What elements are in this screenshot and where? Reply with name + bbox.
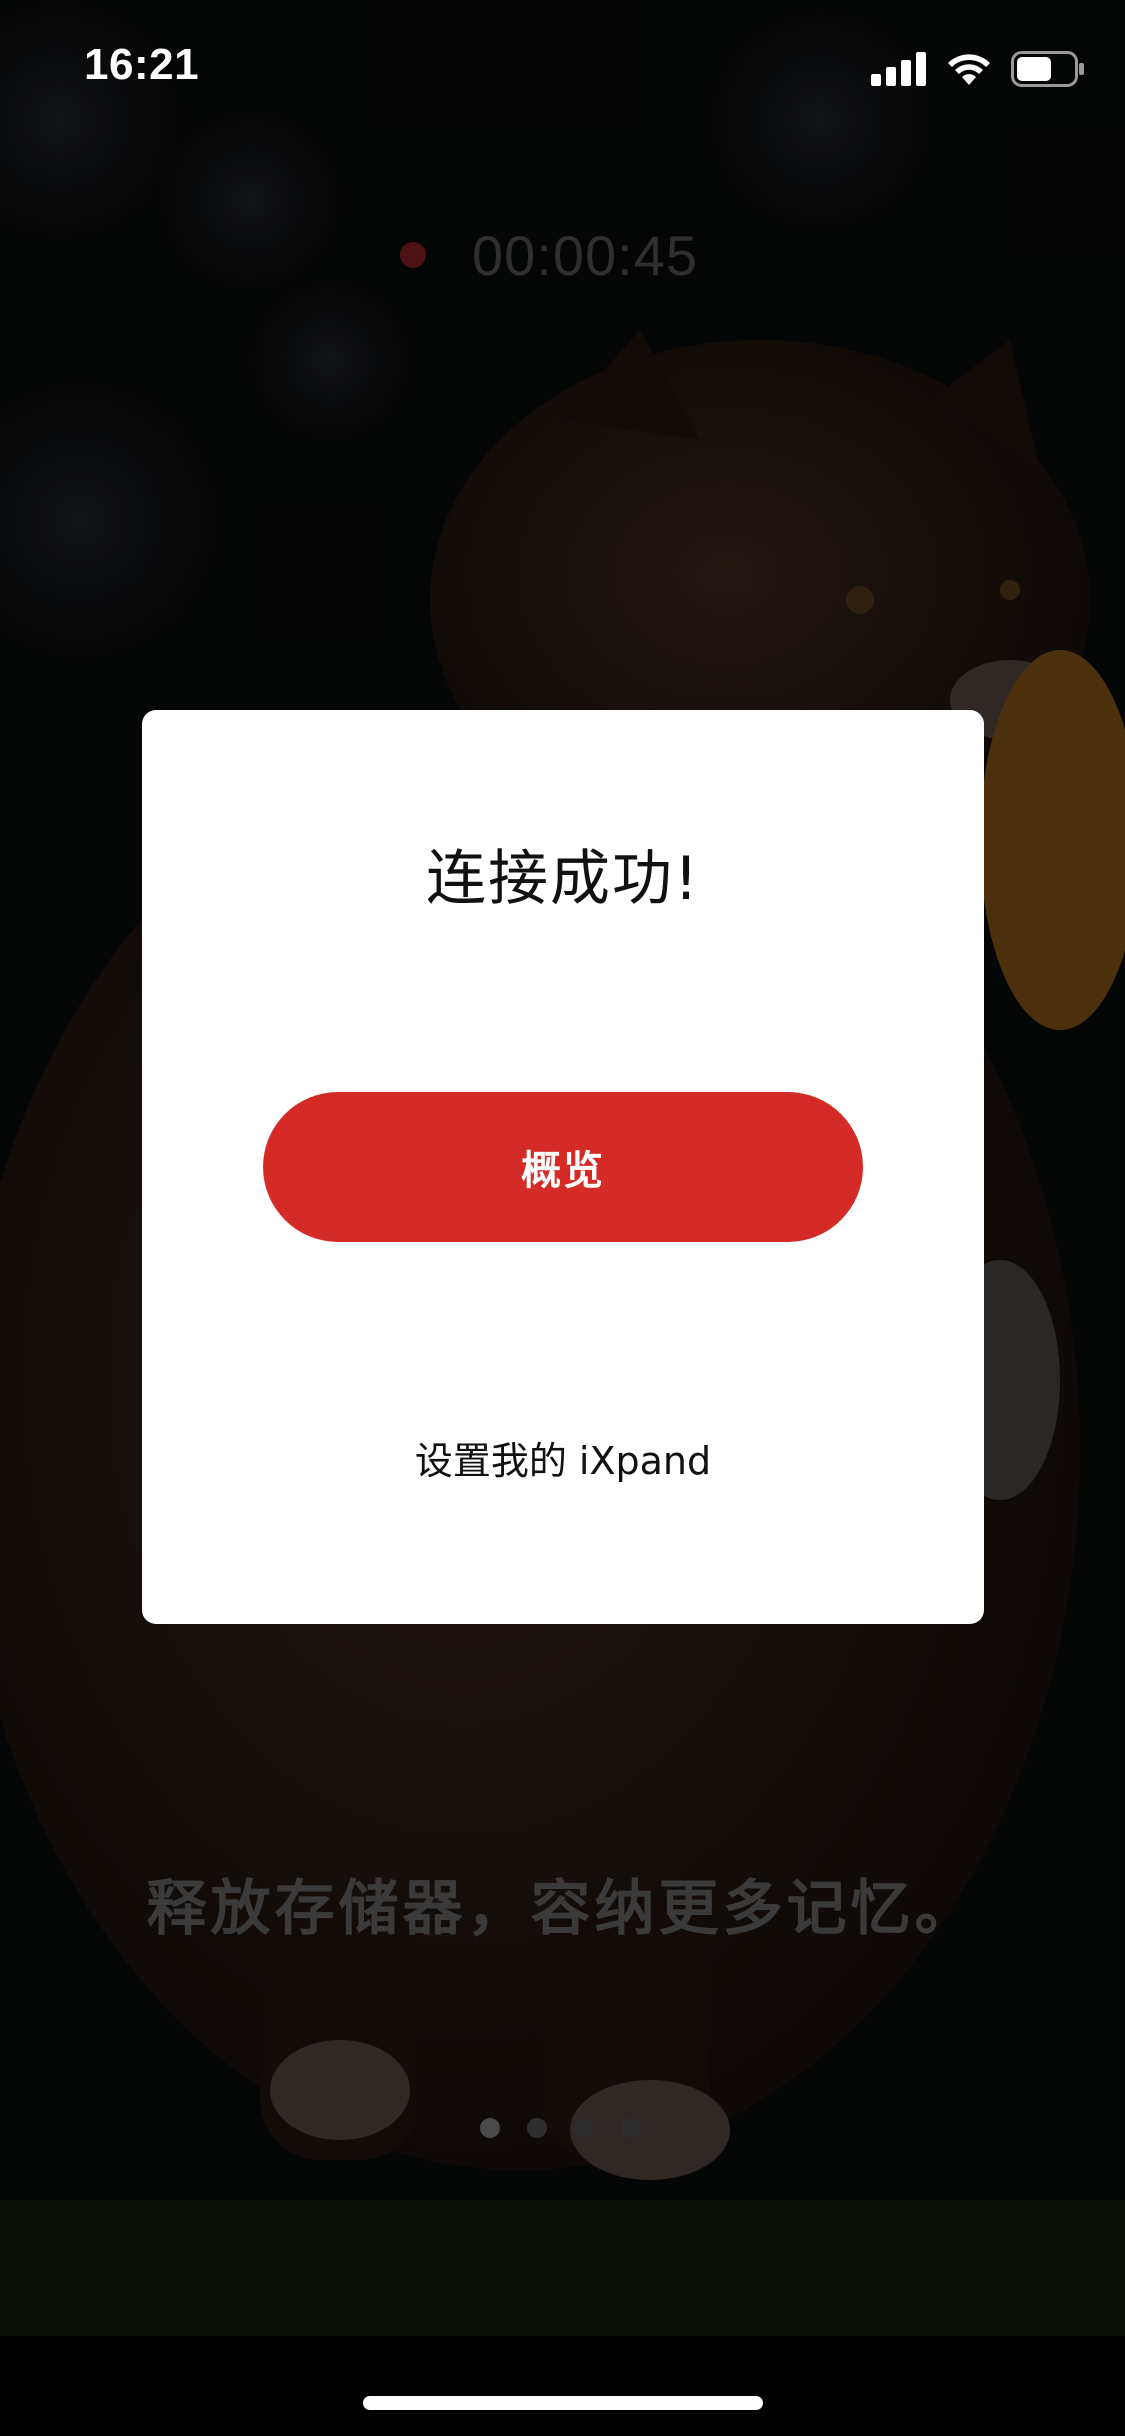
- setup-ixpand-link[interactable]: 设置我的 iXpand: [142, 1430, 984, 1485]
- battery-icon: [1011, 51, 1084, 87]
- cellular-signal-icon: [871, 52, 926, 86]
- page-dot: [621, 2118, 641, 2138]
- connection-success-dialog: 连接成功! 概览 设置我的 iXpand: [142, 710, 984, 1624]
- recording-dot-icon: [400, 242, 426, 268]
- status-bar: 16:21: [0, 0, 1125, 135]
- recording-time: 00:00:45: [472, 223, 698, 287]
- recording-timer: 00:00:45: [370, 215, 770, 295]
- status-icons: [871, 48, 1085, 90]
- home-indicator[interactable]: [363, 2396, 763, 2410]
- page-dot: [574, 2118, 594, 2138]
- wifi-icon: [948, 54, 990, 85]
- status-time: 16:21: [84, 40, 200, 89]
- page-indicator: [480, 2118, 660, 2138]
- overview-button[interactable]: 概览: [263, 1092, 863, 1242]
- bottom-bar: [0, 2336, 1125, 2436]
- dialog-title: 连接成功!: [425, 844, 701, 914]
- onboarding-tagline: 释放存储器，容纳更多记忆。: [146, 1874, 979, 1944]
- app-screen: 16:21 00:00:45 释放存储器，容纳更多记忆。 连接成功! 概览 设置…: [0, 0, 1125, 2436]
- page-dot: [527, 2118, 547, 2138]
- page-dot: [480, 2118, 500, 2138]
